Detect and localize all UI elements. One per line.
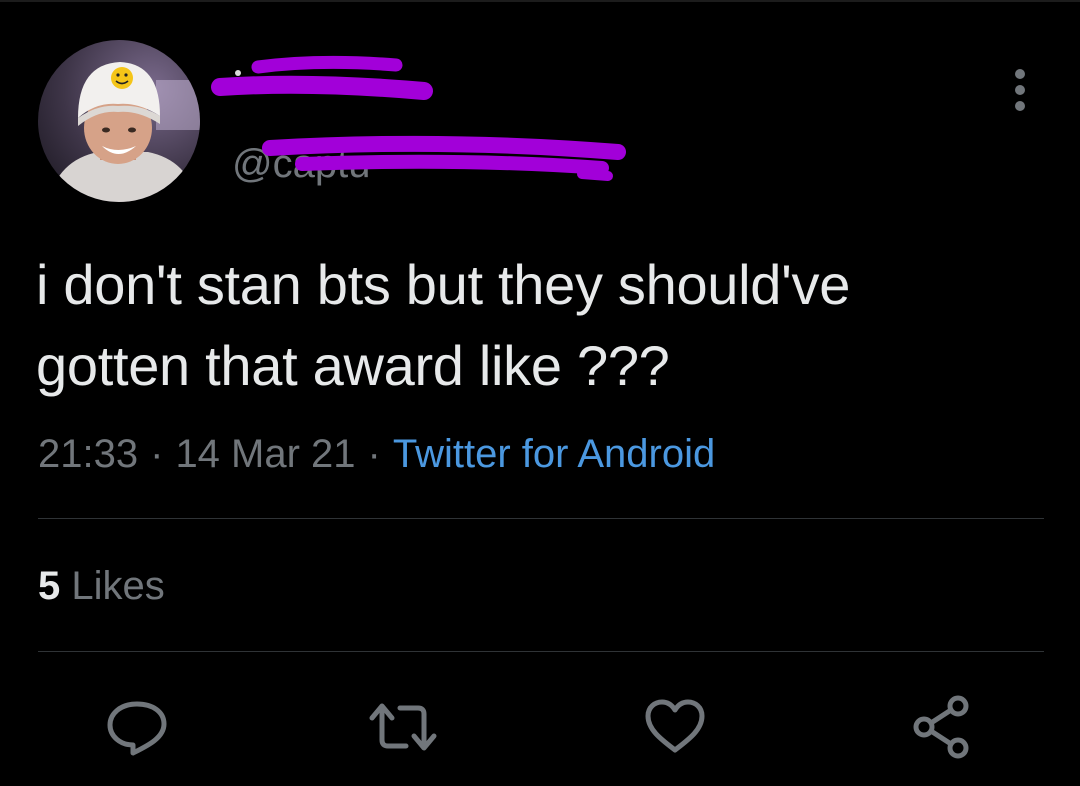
tweet-text-line: gotten that award like ??? — [36, 334, 670, 397]
tweet-source-link[interactable]: Twitter for Android — [393, 432, 715, 476]
share-icon — [913, 695, 969, 759]
tweet-text: i don't stan bts but they should've gott… — [36, 244, 1046, 406]
heart-icon — [645, 699, 705, 753]
name-redaction-mark — [211, 55, 433, 100]
meta-separator: · — [367, 432, 381, 476]
likes-label: Likes — [71, 564, 165, 608]
tweet-time: 21:33 — [38, 432, 139, 476]
divider — [38, 651, 1044, 652]
like-button[interactable] — [640, 692, 710, 762]
likes-summary[interactable]: 5 Likes — [38, 562, 165, 610]
more-options-button[interactable] — [1002, 66, 1038, 114]
divider — [38, 518, 1044, 519]
avatar[interactable] — [38, 40, 200, 202]
top-divider — [0, 0, 1080, 2]
handle-redaction-mark — [262, 135, 626, 181]
avatar-image — [38, 40, 200, 202]
more-vertical-icon — [1015, 69, 1025, 111]
retweet-icon — [369, 703, 437, 751]
tweet-date: 14 Mar 21 — [175, 432, 356, 476]
share-button[interactable] — [906, 692, 976, 762]
reply-button[interactable] — [102, 692, 172, 762]
likes-count: 5 — [38, 564, 61, 608]
reply-icon — [107, 701, 167, 756]
meta-separator: · — [150, 432, 164, 476]
tweet-meta: 21:33 · 14 Mar 21 · Twitter for Android — [38, 428, 715, 480]
retweet-button[interactable] — [366, 692, 437, 762]
tweet-text-line: i don't stan bts but they should've — [36, 253, 851, 316]
